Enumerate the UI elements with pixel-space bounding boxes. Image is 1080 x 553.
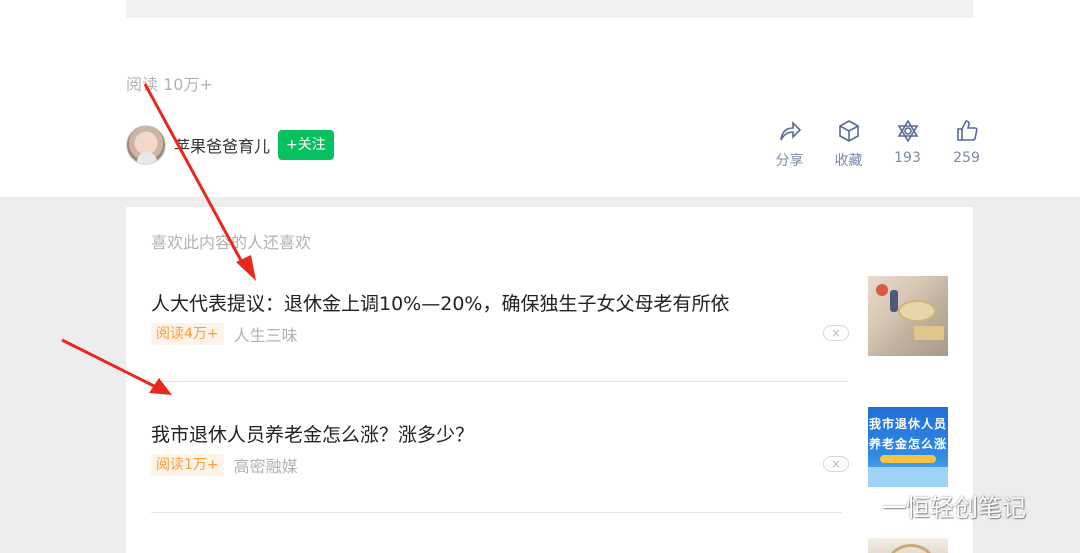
favorite-label: 收藏 [834,153,863,169]
list-item-meta: 阅读4万+ 人生三味 [151,322,298,346]
author-row: 苹果爸爸育儿 +关注 [126,125,334,165]
read-badge: 阅读1万+ [151,454,224,476]
wow-button[interactable]: 193 [878,118,937,170]
share-icon [779,121,801,141]
like-count: 259 [953,150,980,166]
favorite-button[interactable]: 收藏 [819,118,878,170]
divider [151,381,848,382]
dismiss-button[interactable]: × [823,456,849,472]
wow-icon [897,119,918,143]
recommendation-title: 喜欢此内容的人还喜欢 [151,233,312,252]
wow-count: 193 [894,150,921,166]
thumbnail-text: 养老金怎么涨 [868,437,947,451]
watermark: 一恒轻创笔记 [836,488,1026,523]
previous-content-card [126,0,973,18]
share-button[interactable]: 分享 [760,118,819,170]
list-item-headline[interactable]: 人大代表提议：退休金上调10%—20%，确保独生子女父母老有所依 [151,289,729,316]
author-name[interactable]: 苹果爸爸育儿 [174,133,270,157]
like-icon [956,120,978,141]
divider [151,512,848,513]
article-actions: 分享 收藏 193 259 [760,118,996,170]
follow-button[interactable]: +关注 [278,130,334,160]
wechat-icon [836,490,876,520]
read-badge: 阅读4万+ [151,323,224,345]
source-name: 高密融媒 [233,457,298,476]
list-item-thumbnail[interactable] [868,276,948,356]
author-avatar[interactable] [126,125,166,165]
favorite-icon [838,120,859,142]
list-item-thumbnail[interactable] [868,538,948,553]
like-button[interactable]: 259 [937,118,996,170]
read-count: 阅读 10万+ [126,75,213,94]
list-item-1[interactable]: 人大代表提议：退休金上调10%—20%，确保独生子女父母老有所依 阅读4万+ 人… [151,275,948,406]
source-name: 人生三味 [233,326,298,345]
share-label: 分享 [775,153,804,169]
list-item-headline[interactable]: 我市退休人员养老金怎么涨？涨多少？ [151,420,474,447]
dismiss-button[interactable]: × [823,325,849,341]
thumbnail-text: 我市退休人员 [868,417,947,431]
watermark-text: 一恒轻创笔记 [882,494,1026,522]
list-item-2[interactable]: 我市退休人员养老金怎么涨？涨多少？ 阅读1万+ 高密融媒 × 我市退休人员 养老… [151,406,948,537]
list-item-thumbnail[interactable]: 我市退休人员 养老金怎么涨 [868,407,948,487]
list-item-meta: 阅读1万+ 高密融媒 [151,453,298,477]
